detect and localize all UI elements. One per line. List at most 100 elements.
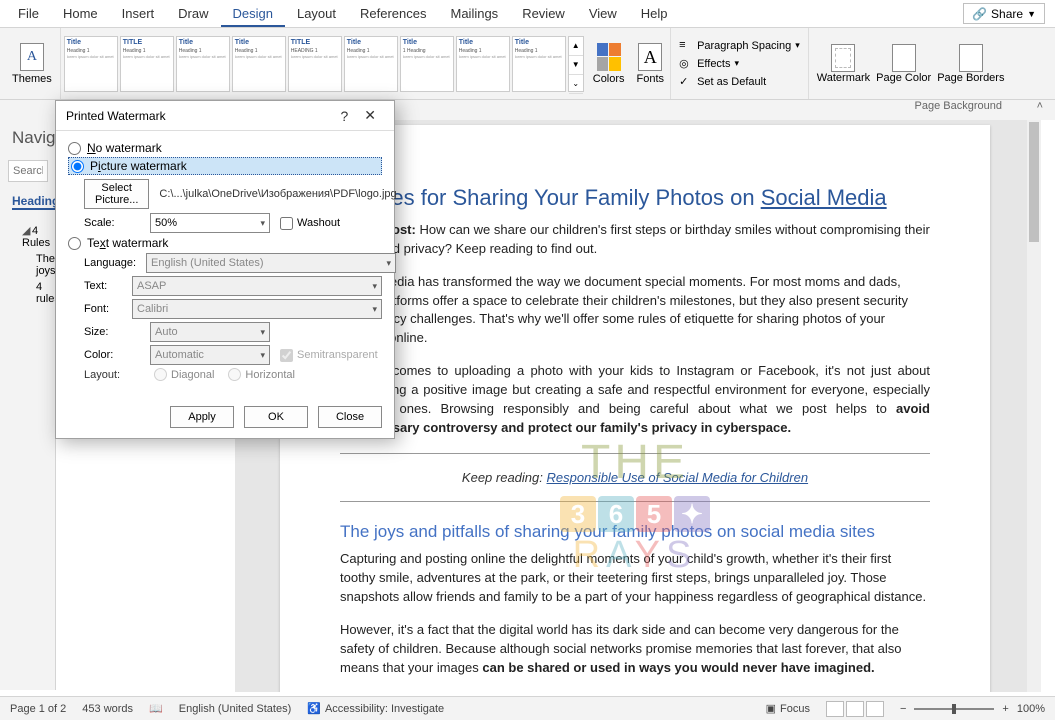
- page-color-icon: [892, 44, 916, 72]
- scrollbar-thumb[interactable]: [1029, 122, 1039, 242]
- paragraph: Capturing and posting online the delight…: [340, 550, 930, 607]
- no-watermark-option[interactable]: NNo watermarko watermark: [68, 141, 382, 155]
- dialog-close-button[interactable]: ✕: [356, 107, 384, 124]
- paragraph-spacing-label: Paragraph Spacing: [697, 40, 791, 52]
- picture-watermark-radio[interactable]: [71, 160, 84, 173]
- menu-help[interactable]: Help: [629, 0, 680, 27]
- text-combo[interactable]: ASAP▾: [132, 276, 382, 296]
- washout-checkbox-group[interactable]: Washout: [280, 217, 340, 230]
- zoom-out-button[interactable]: −: [900, 703, 906, 715]
- scroll-down-icon[interactable]: ▼: [569, 56, 583, 75]
- select-picture-button[interactable]: Select Picture...: [84, 179, 149, 209]
- menu-design[interactable]: Design: [221, 0, 285, 27]
- zoom-slider[interactable]: [914, 708, 994, 710]
- no-watermark-radio[interactable]: [68, 142, 81, 155]
- effects-button[interactable]: ◎Effects ▾: [679, 57, 800, 71]
- menu-draw[interactable]: Draw: [166, 0, 220, 27]
- chevron-down-icon: ▾: [372, 304, 377, 315]
- social-media-link[interactable]: Social Media: [761, 185, 887, 210]
- font-combo[interactable]: Calibri▾: [132, 299, 382, 319]
- menu-references[interactable]: References: [348, 0, 438, 27]
- paragraph: This is where tools to blur children's f…: [340, 692, 930, 693]
- share-button[interactable]: 🔗 Share ▼: [963, 3, 1045, 24]
- gallery-item[interactable]: Title1 Headinglorem ipsum dolor sit amet: [400, 36, 454, 92]
- nav-node[interactable]: ◢4 Rules: [8, 222, 47, 251]
- color-combo[interactable]: Automatic▾: [150, 345, 270, 365]
- search-input[interactable]: [8, 160, 48, 182]
- read-mode-button[interactable]: [826, 701, 844, 717]
- web-layout-button[interactable]: [866, 701, 884, 717]
- view-buttons: [826, 701, 884, 717]
- nav-node[interactable]: The joys: [8, 251, 47, 279]
- nav-node[interactable]: 4 rules: [8, 279, 47, 307]
- picture-watermark-option[interactable]: Picture watermark: [68, 157, 382, 175]
- themes-button[interactable]: A Themes: [4, 28, 61, 99]
- page-indicator[interactable]: Page 1 of 2: [10, 703, 66, 715]
- dialog-body: NNo watermarko watermark Picture waterma…: [56, 131, 394, 396]
- colors-button[interactable]: Colors: [587, 28, 631, 99]
- ok-button[interactable]: OK: [244, 406, 308, 428]
- zoom-in-button[interactable]: +: [1002, 703, 1008, 715]
- set-default-button[interactable]: ✓Set as Default: [679, 75, 800, 89]
- collapse-ribbon-button[interactable]: ˄: [1037, 100, 1043, 120]
- gallery-item[interactable]: TitleHeading 1lorem ipsum dolor sit amet: [176, 36, 230, 92]
- gallery-item[interactable]: TitleHeading 1lorem ipsum dolor sit amet: [64, 36, 118, 92]
- paragraph-spacing-button[interactable]: ≡Paragraph Spacing ▾: [679, 39, 800, 53]
- language-combo[interactable]: English (United States)▾: [146, 253, 396, 273]
- close-button[interactable]: Close: [318, 406, 382, 428]
- collapse-icon[interactable]: ◢: [22, 224, 32, 237]
- word-count[interactable]: 453 words: [82, 703, 133, 715]
- chevron-down-icon: ▾: [372, 281, 377, 292]
- gallery-item[interactable]: TitleHeading 1lorem ipsum dolor sit amet: [456, 36, 510, 92]
- dialog-titlebar[interactable]: Printed Watermark ? ✕: [56, 101, 394, 131]
- language-indicator[interactable]: English (United States): [179, 703, 292, 715]
- page-borders-button[interactable]: Page Borders: [937, 44, 1004, 84]
- scale-combo[interactable]: 50%▾: [150, 213, 270, 233]
- watermark-button[interactable]: Watermark: [817, 44, 870, 84]
- vertical-scrollbar[interactable]: [1027, 120, 1041, 692]
- gallery-item[interactable]: TitleHeading 1lorem ipsum dolor sit amet: [344, 36, 398, 92]
- paragraph: However, it's a fact that the digital wo…: [340, 621, 930, 678]
- text-watermark-radio[interactable]: [68, 237, 81, 250]
- page-color-button[interactable]: Page Color: [876, 44, 931, 84]
- divider: [340, 501, 930, 502]
- washout-checkbox[interactable]: [280, 217, 293, 230]
- diagonal-radio: [154, 368, 167, 381]
- gallery-item[interactable]: TITLEHeading 1lorem ipsum dolor sit amet: [120, 36, 174, 92]
- gallery-expand-icon[interactable]: ⌄: [569, 75, 583, 94]
- share-label: Share: [991, 7, 1023, 21]
- gallery-item[interactable]: TitleHeading 1lorem ipsum dolor sit amet: [512, 36, 566, 92]
- scroll-up-icon[interactable]: ▲: [569, 37, 583, 56]
- menu-layout[interactable]: Layout: [285, 0, 348, 27]
- scale-label: Scale:: [84, 217, 140, 229]
- apply-button[interactable]: Apply: [170, 406, 234, 428]
- paragraph-options-group: ≡Paragraph Spacing ▾ ◎Effects ▾ ✓Set as …: [670, 28, 808, 99]
- gallery-item[interactable]: TitleHeading 1lorem ipsum dolor sit amet: [232, 36, 286, 92]
- focus-mode-button[interactable]: ▣ Focus: [766, 702, 810, 715]
- gallery-item[interactable]: TITLEHEADING 1lorem ipsum dolor sit amet: [288, 36, 342, 92]
- fonts-label: Fonts: [637, 73, 665, 85]
- watermark-label: Watermark: [817, 72, 870, 84]
- chevron-down-icon: ▾: [260, 350, 265, 361]
- gallery-scroll[interactable]: ▲▼⌄: [568, 36, 584, 92]
- size-combo[interactable]: Auto▾: [150, 322, 270, 342]
- accessibility-indicator[interactable]: ♿ Accessibility: Investigate: [307, 702, 444, 715]
- menu-mailings[interactable]: Mailings: [439, 0, 511, 27]
- keep-reading-link[interactable]: Responsible Use of Social Media for Chil…: [547, 470, 809, 485]
- text-watermark-option[interactable]: Text watermark: [68, 236, 382, 250]
- menu-home[interactable]: Home: [51, 0, 110, 27]
- spell-check-icon[interactable]: 📖: [149, 702, 163, 715]
- paragraph: Online post: How can we share our childr…: [340, 221, 930, 259]
- dialog-help-button[interactable]: ?: [332, 108, 356, 124]
- tab-headings[interactable]: Headings: [12, 194, 56, 210]
- fonts-button[interactable]: A Fonts: [631, 28, 671, 99]
- zoom-percentage[interactable]: 100%: [1017, 703, 1045, 715]
- zoom-slider-thumb[interactable]: [952, 704, 956, 714]
- print-layout-button[interactable]: [846, 701, 864, 717]
- menu-insert[interactable]: Insert: [110, 0, 167, 27]
- page-background-group: Watermark Page Color Page Borders: [808, 28, 1013, 99]
- menu-file[interactable]: File: [6, 0, 51, 27]
- language-row: Language: English (United States)▾: [84, 253, 382, 273]
- menu-review[interactable]: Review: [510, 0, 577, 27]
- menu-view[interactable]: View: [577, 0, 629, 27]
